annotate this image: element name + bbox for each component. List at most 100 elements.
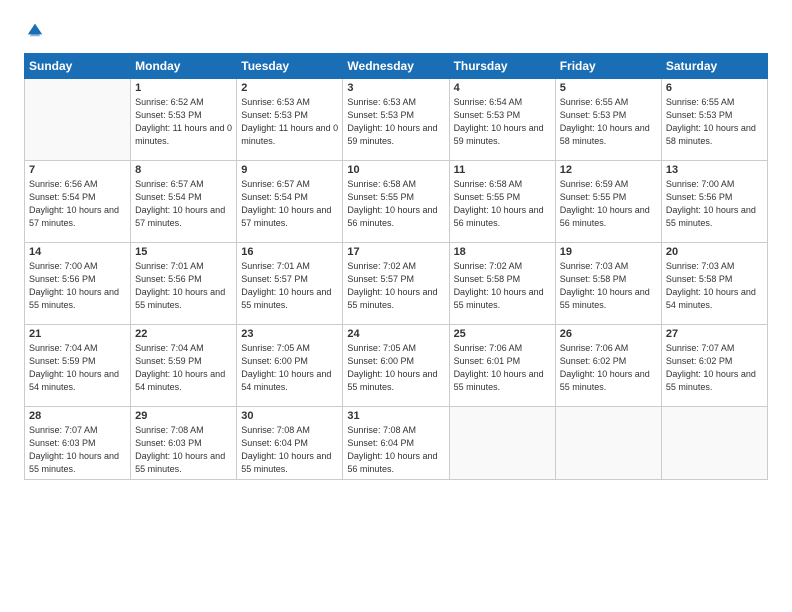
day-number: 4 [454,82,551,94]
day-cell: 31Sunrise: 7:08 AMSunset: 6:04 PMDayligh… [343,407,449,480]
day-info: Sunrise: 7:07 AMSunset: 6:02 PMDaylight:… [666,343,756,392]
day-cell: 9Sunrise: 6:57 AMSunset: 5:54 PMDaylight… [237,161,343,243]
logo [24,20,48,43]
day-number: 28 [29,410,126,422]
day-number: 2 [241,82,338,94]
week-row-5: 28 Sunrise: 7:07 AMSunset: 6:03 PMDayligh… [25,407,768,480]
day-cell: 23 Sunrise: 7:05 AMSunset: 6:00 PMDayligh… [237,325,343,407]
day-cell [449,407,555,480]
day-info: Sunrise: 7:02 AMSunset: 5:58 PMDaylight:… [454,261,544,310]
day-number: 5 [560,82,657,94]
day-info: Sunrise: 6:59 AMSunset: 5:55 PMDaylight:… [560,179,650,228]
day-info: Sunrise: 7:07 AMSunset: 6:03 PMDaylight:… [29,425,119,474]
day-number: 8 [135,164,232,176]
day-cell: 29 Sunrise: 7:08 AMSunset: 6:03 PMDayligh… [131,407,237,480]
day-info: Sunrise: 7:05 AMSunset: 6:00 PMDaylight:… [347,343,437,392]
day-info: Sunrise: 7:03 AMSunset: 5:58 PMDaylight:… [666,261,756,310]
logo-icon [26,20,44,38]
day-number: 29 [135,410,232,422]
day-cell: 14Sunrise: 7:00 AMSunset: 5:56 PMDayligh… [25,243,131,325]
day-cell: 10 Sunrise: 6:58 AMSunset: 5:55 PMDayligh… [343,161,449,243]
day-number: 20 [666,246,763,258]
day-number: 30 [241,410,338,422]
day-info: Sunrise: 7:04 AMSunset: 5:59 PMDaylight:… [135,343,225,392]
calendar-table: SundayMondayTuesdayWednesdayThursdayFrid… [24,53,768,480]
day-cell: 15 Sunrise: 7:01 AMSunset: 5:56 PMDayligh… [131,243,237,325]
day-number: 15 [135,246,232,258]
day-cell: 22 Sunrise: 7:04 AMSunset: 5:59 PMDayligh… [131,325,237,407]
day-cell: 16 Sunrise: 7:01 AMSunset: 5:57 PMDayligh… [237,243,343,325]
day-cell [661,407,767,480]
header-day-monday: Monday [131,54,237,79]
day-number: 3 [347,82,444,94]
day-cell: 4 Sunrise: 6:54 AMSunset: 5:53 PMDaylight… [449,79,555,161]
day-number: 26 [560,328,657,340]
day-number: 22 [135,328,232,340]
day-number: 13 [666,164,763,176]
day-number: 27 [666,328,763,340]
day-cell: 19Sunrise: 7:03 AMSunset: 5:58 PMDayligh… [555,243,661,325]
day-info: Sunrise: 6:55 AMSunset: 5:53 PMDaylight:… [560,97,650,146]
day-number: 10 [347,164,444,176]
day-number: 16 [241,246,338,258]
day-number: 11 [454,164,551,176]
day-cell: 28 Sunrise: 7:07 AMSunset: 6:03 PMDayligh… [25,407,131,480]
day-info: Sunrise: 7:02 AMSunset: 5:57 PMDaylight:… [347,261,437,310]
day-info: Sunrise: 7:00 AMSunset: 5:56 PMDaylight:… [666,179,756,228]
day-number: 21 [29,328,126,340]
day-number: 25 [454,328,551,340]
day-cell: 8 Sunrise: 6:57 AMSunset: 5:54 PMDaylight… [131,161,237,243]
day-cell: 7Sunrise: 6:56 AMSunset: 5:54 PMDaylight… [25,161,131,243]
day-info: Sunrise: 6:55 AMSunset: 5:53 PMDaylight:… [666,97,756,146]
day-cell: 3 Sunrise: 6:53 AMSunset: 5:53 PMDaylight… [343,79,449,161]
week-row-3: 14Sunrise: 7:00 AMSunset: 5:56 PMDayligh… [25,243,768,325]
day-info: Sunrise: 7:08 AMSunset: 6:04 PMDaylight:… [347,425,437,474]
header-day-tuesday: Tuesday [237,54,343,79]
header-day-wednesday: Wednesday [343,54,449,79]
day-number: 1 [135,82,232,94]
day-info: Sunrise: 7:06 AMSunset: 6:02 PMDaylight:… [560,343,650,392]
day-number: 14 [29,246,126,258]
week-row-2: 7Sunrise: 6:56 AMSunset: 5:54 PMDaylight… [25,161,768,243]
day-cell: 2 Sunrise: 6:53 AMSunset: 5:53 PMDaylight… [237,79,343,161]
header-day-thursday: Thursday [449,54,555,79]
day-number: 23 [241,328,338,340]
day-cell: 26 Sunrise: 7:06 AMSunset: 6:02 PMDayligh… [555,325,661,407]
day-cell: 12 Sunrise: 6:59 AMSunset: 5:55 PMDayligh… [555,161,661,243]
header [24,20,768,43]
day-info: Sunrise: 6:57 AMSunset: 5:54 PMDaylight:… [135,179,225,228]
day-cell: 6Sunrise: 6:55 AMSunset: 5:53 PMDaylight… [661,79,767,161]
day-cell: 11 Sunrise: 6:58 AMSunset: 5:55 PMDayligh… [449,161,555,243]
calendar-header-row: SundayMondayTuesdayWednesdayThursdayFrid… [25,54,768,79]
day-number: 18 [454,246,551,258]
day-cell: 5 Sunrise: 6:55 AMSunset: 5:53 PMDaylight… [555,79,661,161]
day-info: Sunrise: 6:53 AMSunset: 5:53 PMDaylight:… [241,97,338,146]
day-number: 24 [347,328,444,340]
day-info: Sunrise: 6:58 AMSunset: 5:55 PMDaylight:… [347,179,437,228]
day-info: Sunrise: 6:58 AMSunset: 5:55 PMDaylight:… [454,179,544,228]
day-info: Sunrise: 7:01 AMSunset: 5:57 PMDaylight:… [241,261,331,310]
day-number: 12 [560,164,657,176]
day-info: Sunrise: 6:56 AMSunset: 5:54 PMDaylight:… [29,179,119,228]
week-row-4: 21 Sunrise: 7:04 AMSunset: 5:59 PMDayligh… [25,325,768,407]
day-cell: 17Sunrise: 7:02 AMSunset: 5:57 PMDayligh… [343,243,449,325]
day-info: Sunrise: 7:05 AMSunset: 6:00 PMDaylight:… [241,343,331,392]
day-info: Sunrise: 7:06 AMSunset: 6:01 PMDaylight:… [454,343,544,392]
day-info: Sunrise: 6:52 AMSunset: 5:53 PMDaylight:… [135,97,232,146]
header-day-friday: Friday [555,54,661,79]
day-info: Sunrise: 7:08 AMSunset: 6:03 PMDaylight:… [135,425,225,474]
day-info: Sunrise: 7:01 AMSunset: 5:56 PMDaylight:… [135,261,225,310]
day-cell: 24 Sunrise: 7:05 AMSunset: 6:00 PMDayligh… [343,325,449,407]
day-info: Sunrise: 7:04 AMSunset: 5:59 PMDaylight:… [29,343,119,392]
day-info: Sunrise: 6:54 AMSunset: 5:53 PMDaylight:… [454,97,544,146]
day-cell [555,407,661,480]
day-cell: 20 Sunrise: 7:03 AMSunset: 5:58 PMDayligh… [661,243,767,325]
day-cell: 27 Sunrise: 7:07 AMSunset: 6:02 PMDayligh… [661,325,767,407]
day-info: Sunrise: 6:53 AMSunset: 5:53 PMDaylight:… [347,97,437,146]
day-cell: 21 Sunrise: 7:04 AMSunset: 5:59 PMDayligh… [25,325,131,407]
day-number: 9 [241,164,338,176]
day-number: 19 [560,246,657,258]
calendar-body: 1 Sunrise: 6:52 AMSunset: 5:53 PMDaylight… [25,79,768,480]
page: SundayMondayTuesdayWednesdayThursdayFrid… [0,0,792,612]
day-cell: 1 Sunrise: 6:52 AMSunset: 5:53 PMDaylight… [131,79,237,161]
